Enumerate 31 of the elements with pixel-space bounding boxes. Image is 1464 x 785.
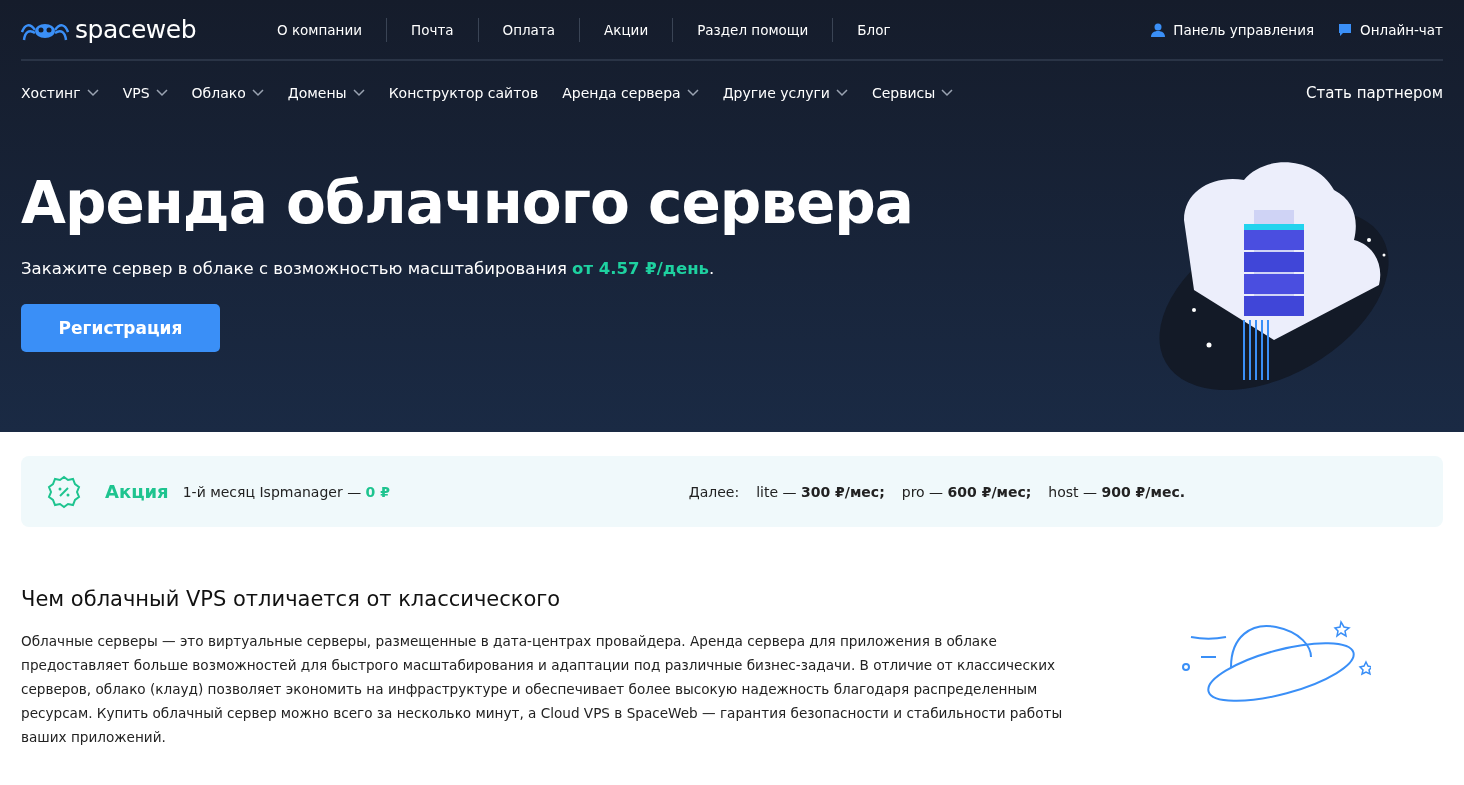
hero-subtitle: Закажите сервер в облаке с возможностью масштабирования от 4.57 ₽/день. — [21, 259, 716, 278]
top-link[interactable]: Раздел помощи — [673, 17, 834, 42]
nav-item[interactable]: Аренда сервера — [562, 85, 699, 101]
chat-icon — [1338, 22, 1353, 37]
account-link[interactable]: Панель управления — [1151, 21, 1315, 38]
plan-price: host — 900 ₽/мес. — [1048, 483, 1185, 500]
nav-item[interactable]: Облако — [191, 85, 264, 101]
promo-text: 1-й месяц Ispmanager — 0 ₽ — [182, 483, 390, 500]
plan-price: lite — 300 ₽/мес; — [756, 483, 885, 500]
nav-item[interactable]: Сервисы — [871, 85, 954, 101]
nav-item[interactable]: Домены — [287, 85, 365, 101]
top-link[interactable]: О компании — [253, 17, 387, 42]
top-link[interactable]: Акции — [580, 17, 674, 42]
top-link[interactable]: Оплата — [478, 17, 581, 42]
hero-title: Аренда облачного сервера — [21, 169, 914, 237]
user-icon — [1151, 22, 1166, 37]
top-link[interactable]: Почта — [387, 17, 479, 42]
logo-text[interactable]: spaceweb — [75, 15, 197, 44]
discount-badge-icon — [47, 474, 81, 509]
plan-price: pro — 600 ₽/мес; — [901, 483, 1032, 500]
partner-link[interactable]: Стать партнером — [1305, 84, 1443, 102]
nav-item[interactable]: Хостинг — [21, 85, 99, 101]
promo-next-label: Далее: — [688, 483, 740, 500]
nav-item[interactable]: Конструктор сайтов — [388, 85, 539, 101]
top-link[interactable]: Блог — [833, 17, 915, 42]
nav-item[interactable]: VPS — [122, 85, 168, 101]
promo-label: Акция — [105, 481, 169, 502]
nav-item[interactable]: Другие услуги — [722, 85, 848, 101]
account-link[interactable]: Онлайн-чат — [1338, 21, 1443, 38]
section-heading: Чем облачный VPS отличается от классического — [21, 587, 562, 611]
section-paragraph: Облачные серверы — это виртуальные серверы, размещенные в дата-центрах провайдера. Аренда сервера для приложения в облаке предоставляет больше возможностей для быстрого масштабирования и адаптации под различные бизнес-задачи. В отличие от классических серверов, облако (клауд) позволяет экономить на инфраструктуре и обеспечивает более высокую надежность благодаря распределенным ресурсам. Купить облачный сервер можно всего за несколько минут, а Cloud VPS в SpaceWeb — гарантия безопасности и стабильности работы ваших приложений. — [21, 632, 1064, 747]
